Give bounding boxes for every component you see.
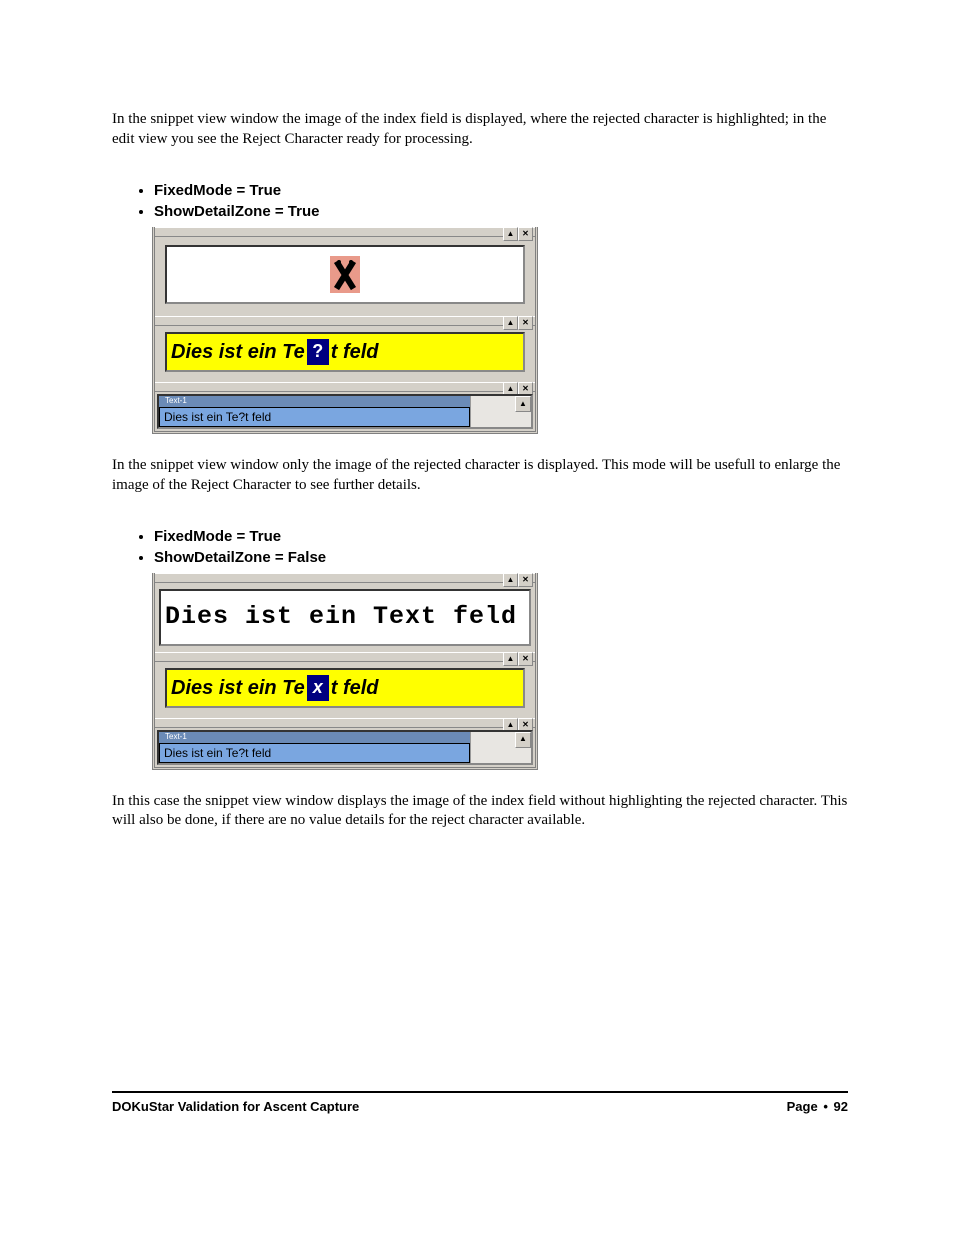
reject-character-inline: x bbox=[307, 675, 329, 701]
ocr-text-pre: Dies ist ein Te bbox=[171, 339, 305, 365]
figure-2: ▲ ✕ Dies ist ein Text feld ▲ ✕ Dies ist … bbox=[152, 573, 538, 770]
up-icon[interactable]: ▲ bbox=[503, 227, 518, 241]
up-icon[interactable]: ▲ bbox=[503, 652, 518, 666]
ocr-text-post: t feld bbox=[331, 339, 379, 365]
edit-pane: ▲ ✕ Text-1 ▲ bbox=[155, 718, 535, 765]
paragraph-1: In the snippet view window the image of … bbox=[112, 110, 848, 149]
bullet-list-1: FixedMode = True ShowDetailZone = True bbox=[112, 181, 848, 221]
bullet-item: FixedMode = True bbox=[154, 527, 848, 547]
x-glyph-icon bbox=[333, 260, 357, 290]
edit-field-input[interactable] bbox=[159, 743, 470, 763]
ocr-text-pre: Dies ist ein Te bbox=[171, 675, 305, 701]
ocr-text-post: t feld bbox=[331, 675, 379, 701]
grid-column-label: Text-1 bbox=[159, 396, 470, 407]
grid-spacer: ▲ bbox=[470, 396, 531, 427]
figure-1: ▲ ✕ ▲ ✕ Dies bbox=[152, 227, 538, 434]
snippet-pane: ▲ ✕ bbox=[155, 227, 535, 316]
snippet-text: Dies ist ein Text feld bbox=[159, 589, 531, 646]
up-icon[interactable]: ▲ bbox=[503, 316, 518, 330]
edit-pane: ▲ ✕ Text-1 ▲ bbox=[155, 382, 535, 429]
footer-page: Page • 92 bbox=[787, 1099, 848, 1116]
close-icon[interactable]: ✕ bbox=[518, 652, 533, 666]
ocr-pane: ▲ ✕ Dies ist ein Te x t feld bbox=[155, 652, 535, 718]
reject-character-highlight bbox=[330, 256, 360, 293]
paragraph-2: In the snippet view window only the imag… bbox=[112, 456, 848, 495]
bullet-item: ShowDetailZone = False bbox=[154, 548, 848, 568]
close-icon[interactable]: ✕ bbox=[518, 573, 533, 587]
grid-spacer: ▲ bbox=[470, 732, 531, 763]
snippet-pane: ▲ ✕ Dies ist ein Text feld bbox=[155, 573, 535, 652]
page-footer: DOKuStar Validation for Ascent Capture P… bbox=[112, 1091, 848, 1116]
ocr-text-line: Dies ist ein Te ? t feld bbox=[165, 332, 525, 372]
snippet-canvas bbox=[165, 245, 525, 304]
reject-character-inline: ? bbox=[307, 339, 329, 365]
ocr-pane: ▲ ✕ Dies ist ein Te ? t feld bbox=[155, 316, 535, 382]
bullet-list-2: FixedMode = True ShowDetailZone = False bbox=[112, 527, 848, 567]
close-icon[interactable]: ✕ bbox=[518, 316, 533, 330]
scroll-up-icon[interactable]: ▲ bbox=[515, 732, 531, 748]
paragraph-3: In this case the snippet view window dis… bbox=[112, 792, 848, 831]
bullet-item: ShowDetailZone = True bbox=[154, 202, 848, 222]
up-icon[interactable]: ▲ bbox=[503, 573, 518, 587]
footer-title: DOKuStar Validation for Ascent Capture bbox=[112, 1099, 359, 1116]
close-icon[interactable]: ✕ bbox=[518, 227, 533, 241]
edit-field-input[interactable] bbox=[159, 407, 470, 427]
ocr-text-line: Dies ist ein Te x t feld bbox=[165, 668, 525, 708]
grid-column-label: Text-1 bbox=[159, 732, 470, 743]
scroll-up-icon[interactable]: ▲ bbox=[515, 396, 531, 412]
bullet-icon: • bbox=[823, 1099, 828, 1114]
bullet-item: FixedMode = True bbox=[154, 181, 848, 201]
document-page: In the snippet view window the image of … bbox=[0, 0, 954, 1165]
